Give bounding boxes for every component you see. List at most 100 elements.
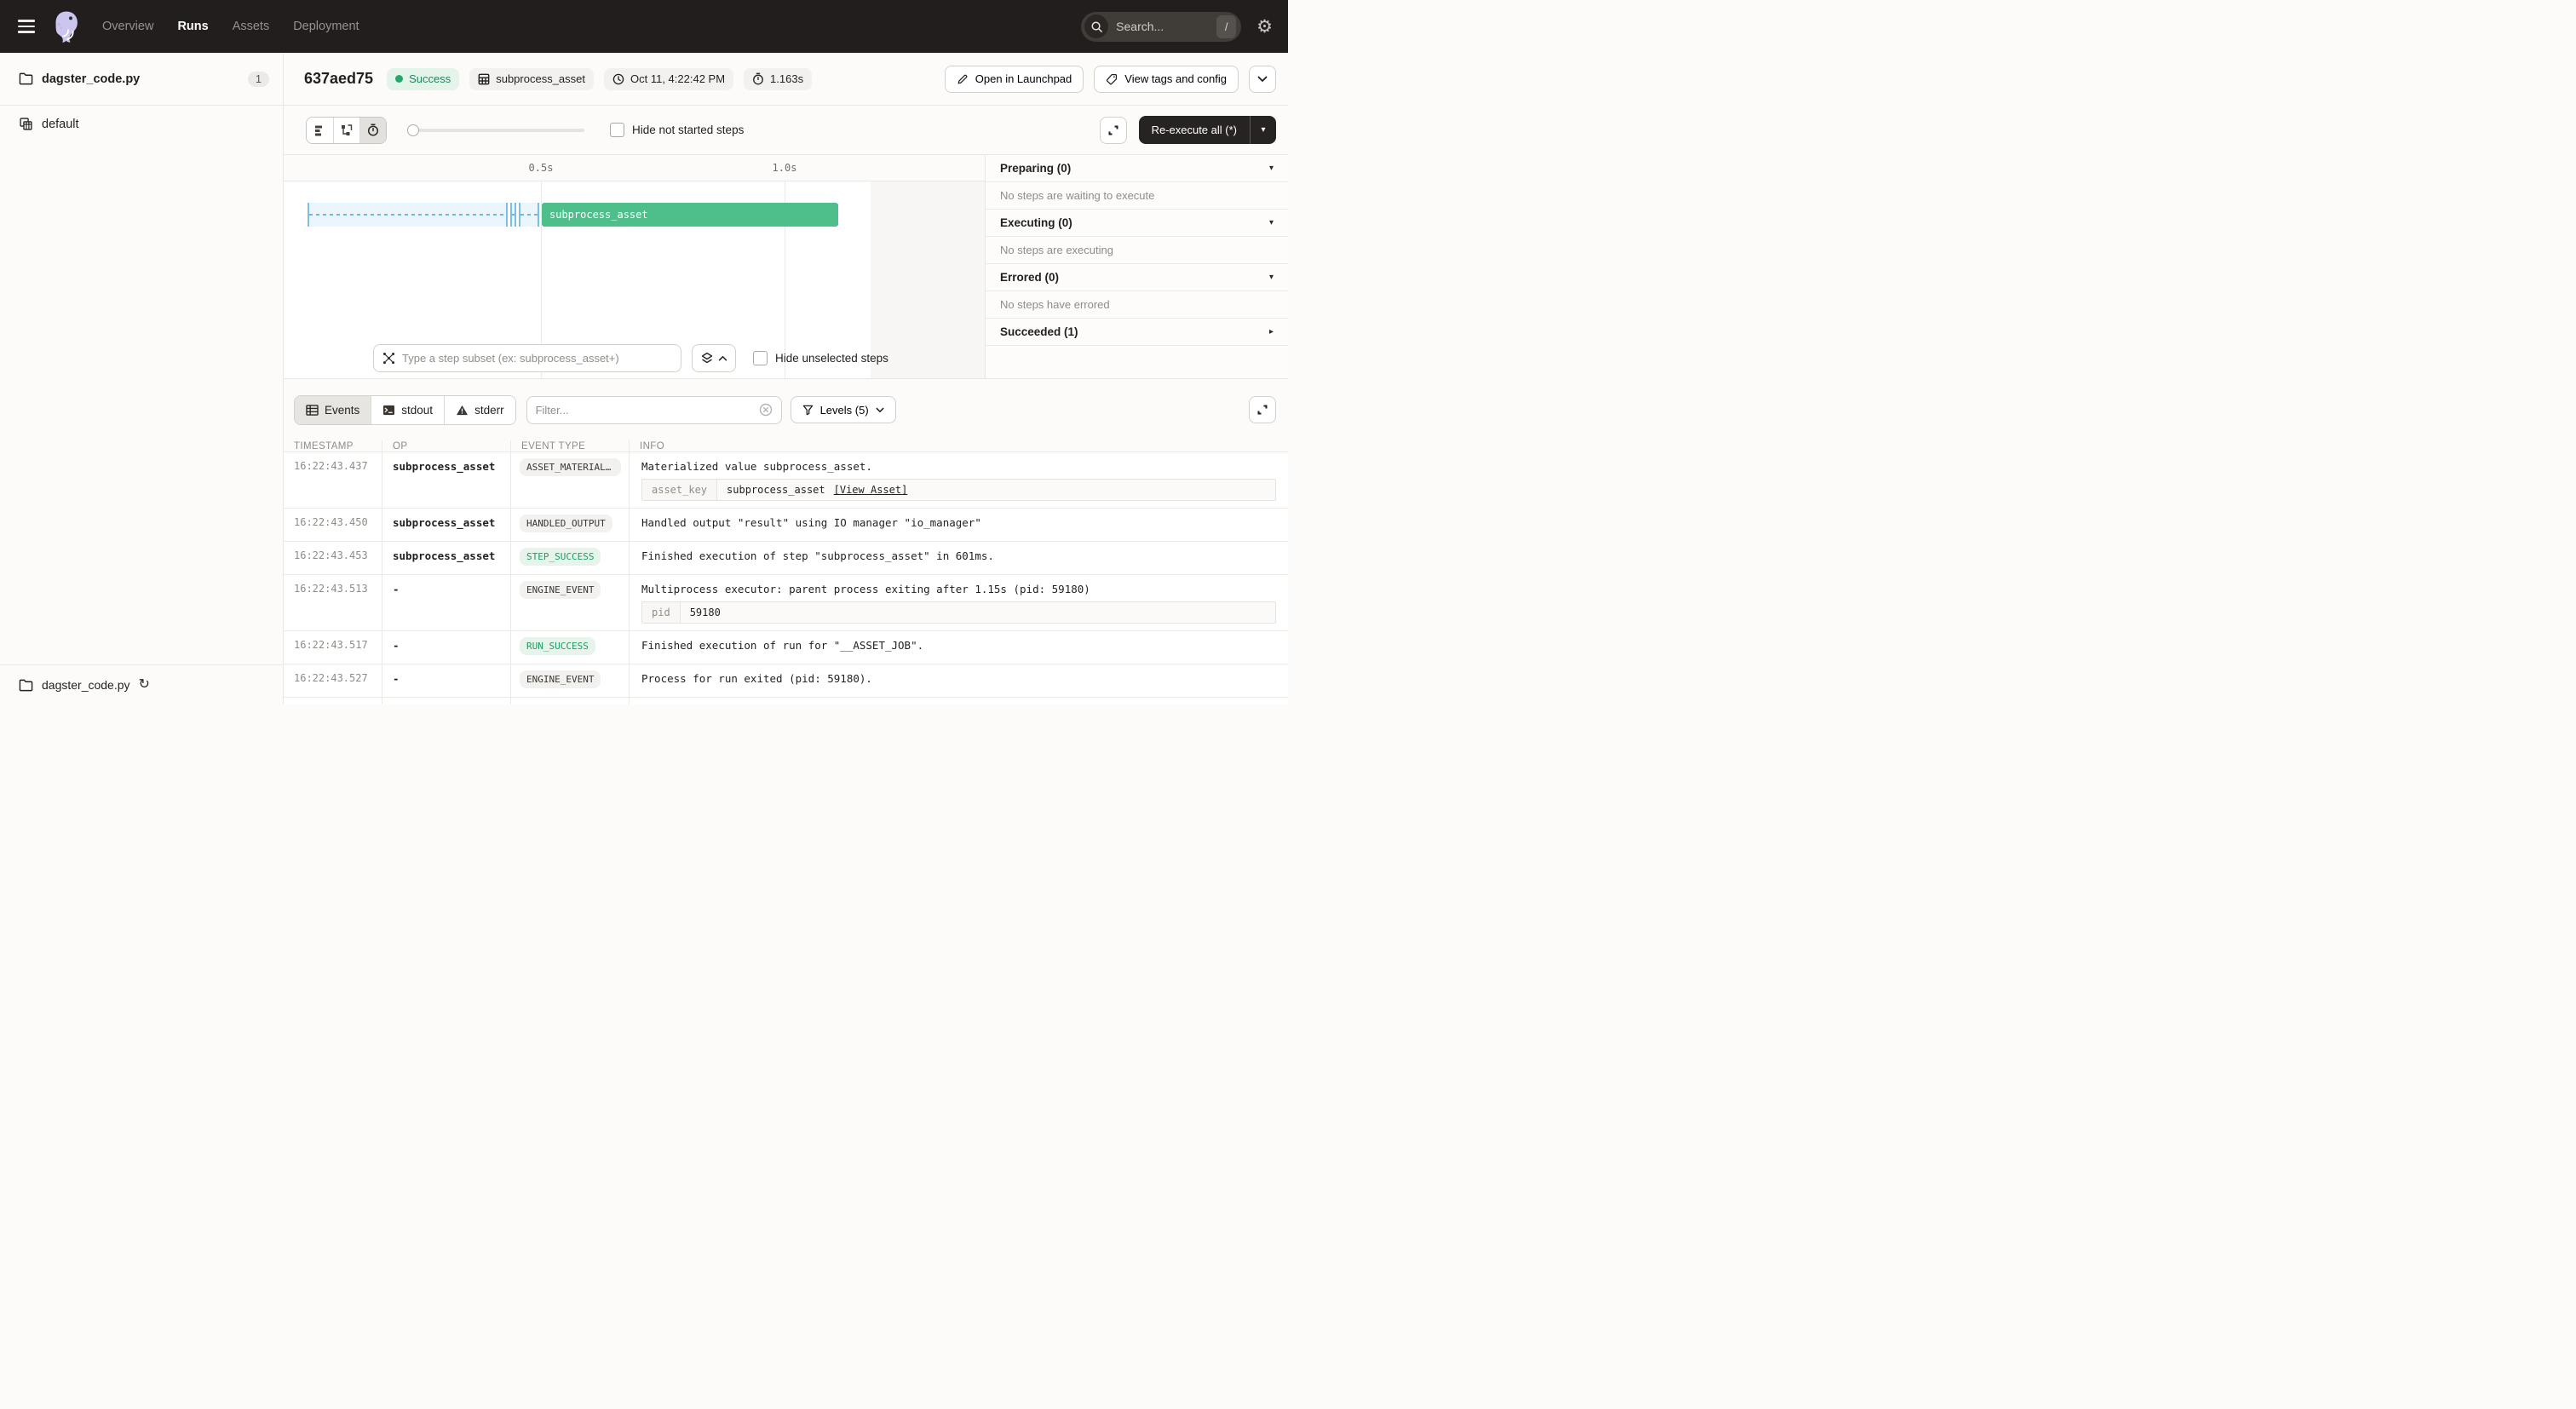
- step-query-options-button[interactable]: [692, 344, 736, 372]
- log-op: -: [382, 575, 511, 630]
- levels-filter-button[interactable]: Levels (5): [791, 396, 896, 423]
- log-timestamp: 16:22:43.437: [284, 452, 382, 508]
- global-search[interactable]: Search... /: [1081, 12, 1241, 42]
- search-shortcut-key: /: [1216, 15, 1236, 38]
- log-row[interactable]: 16:22:43.453 subprocess_asset STEP_SUCCE…: [284, 542, 1288, 575]
- gantt-waiting-bar: [510, 203, 516, 227]
- event-type-badge: HANDLED_OUTPUT: [520, 515, 612, 532]
- tab-stderr[interactable]: stderr: [444, 396, 515, 424]
- log-filter-input[interactable]: [536, 404, 752, 417]
- nav-item-runs[interactable]: Runs: [177, 20, 208, 33]
- log-info: Finished execution of run for "__ASSET_J…: [630, 631, 1288, 664]
- reexecute-dropdown-caret[interactable]: ▾: [1251, 116, 1276, 144]
- funnel-icon: [802, 405, 814, 416]
- clear-filter-icon[interactable]: [759, 403, 773, 417]
- event-type-badge: STEP_SUCCESS: [520, 548, 601, 566]
- sidebar-item-default[interactable]: default: [0, 106, 283, 142]
- gantt-view-toggle: [306, 117, 387, 144]
- step-subset-input-wrap: [373, 344, 681, 372]
- event-log-table: TIMESTAMP OP EVENT TYPE INFO 16:22:43.43…: [284, 440, 1288, 704]
- col-header-op: OP: [382, 440, 511, 451]
- log-row[interactable]: 16:22:43.513 - ENGINE_EVENT Multiprocess…: [284, 575, 1288, 631]
- sidebar-footer: dagster_code.py ↻: [0, 664, 283, 704]
- sidebar-item-label: default: [42, 118, 79, 131]
- step-status-section-header[interactable]: Executing (0) ▾: [986, 210, 1288, 237]
- settings-gear-icon[interactable]: ⚙: [1256, 18, 1273, 36]
- hamburger-menu-icon[interactable]: [15, 18, 37, 35]
- chevron-up-icon: [718, 355, 727, 361]
- waterfall-view-button[interactable]: [333, 118, 359, 143]
- section-title: Errored (0): [1000, 271, 1059, 284]
- logs-fullscreen-button[interactable]: [1249, 396, 1276, 423]
- log-row[interactable]: 16:22:43.517 - RUN_SUCCESS Finished exec…: [284, 631, 1288, 664]
- gantt-fullscreen-button[interactable]: [1100, 117, 1127, 144]
- log-timestamp: 16:22:43.453: [284, 542, 382, 574]
- axis-tick: 1.0s: [773, 162, 797, 174]
- expand-icon: [1107, 124, 1119, 136]
- gantt-waiting-bar: [519, 203, 539, 227]
- event-type-badge: ASSET_MATERIALIZAT…: [520, 458, 621, 476]
- log-row[interactable]: 16:22:43.450 subprocess_asset HANDLED_OU…: [284, 509, 1288, 542]
- log-row-partial: [284, 698, 1288, 704]
- metadata-value: subprocess_asset: [727, 484, 825, 496]
- hide-not-started-label: Hide not started steps: [632, 124, 744, 136]
- logs-toolbar: Events stdout stderr Levels (5): [284, 379, 1288, 440]
- terminal-icon: [382, 405, 395, 416]
- run-header-more-button[interactable]: [1249, 66, 1276, 93]
- run-start-time-badge: Oct 11, 4:22:42 PM: [604, 68, 733, 90]
- step-status-section-header[interactable]: Preparing (0) ▾: [986, 155, 1288, 182]
- flat-view-button[interactable]: [307, 118, 333, 143]
- run-duration-badge: 1.163s: [744, 68, 812, 90]
- refresh-icon[interactable]: ↻: [139, 678, 150, 692]
- tab-stdout[interactable]: stdout: [371, 396, 444, 424]
- log-filter-wrap: [526, 396, 782, 424]
- step-subset-input[interactable]: [402, 352, 672, 365]
- status-dot-icon: [395, 75, 403, 83]
- run-asset-badge[interactable]: subprocess_asset: [469, 68, 594, 90]
- log-info: Multiprocess executor: parent process ex…: [630, 575, 1288, 630]
- expand-icon: [1256, 404, 1268, 416]
- asset-grid-icon: [478, 73, 490, 85]
- top-nav: Overview Runs Assets Deployment Search..…: [0, 0, 1288, 53]
- step-status-section-body: No steps are waiting to execute: [986, 182, 1288, 210]
- log-row[interactable]: 16:22:43.527 - ENGINE_EVENT Process for …: [284, 664, 1288, 698]
- logs-tabs: Events stdout stderr: [294, 395, 516, 425]
- open-in-launchpad-button[interactable]: Open in Launchpad: [945, 66, 1084, 93]
- step-status-section-header[interactable]: Errored (0) ▾: [986, 264, 1288, 291]
- view-tags-config-button[interactable]: View tags and config: [1094, 66, 1239, 93]
- axis-tick: 0.5s: [529, 162, 554, 174]
- timed-view-button[interactable]: [359, 118, 386, 143]
- col-header-timestamp: TIMESTAMP: [284, 440, 382, 451]
- footer-code-location-name: dagster_code.py: [42, 678, 130, 692]
- log-op: subprocess_asset: [382, 542, 511, 574]
- tab-events[interactable]: Events: [295, 396, 371, 424]
- tag-icon: [1106, 73, 1118, 85]
- nav-item-assets[interactable]: Assets: [233, 20, 270, 33]
- reexecute-all-button[interactable]: Re-execute all (*) ▾: [1139, 116, 1276, 144]
- hide-unselected-checkbox[interactable]: Hide unselected steps: [753, 351, 888, 365]
- log-info: Finished execution of step "subprocess_a…: [630, 542, 1288, 574]
- log-timestamp: 16:22:43.517: [284, 631, 382, 664]
- section-chevron-icon: ▾: [1269, 164, 1274, 173]
- gantt-step-bar[interactable]: subprocess_asset: [542, 203, 838, 227]
- hide-not-started-checkbox[interactable]: Hide not started steps: [610, 123, 744, 137]
- log-rows: 16:22:43.437 subprocess_asset ASSET_MATE…: [284, 452, 1288, 698]
- code-location-header[interactable]: dagster_code.py 1: [0, 53, 283, 106]
- dagster-logo-icon[interactable]: [49, 8, 83, 45]
- nav-item-overview[interactable]: Overview: [102, 20, 153, 33]
- slider-knob[interactable]: [407, 124, 419, 136]
- gantt-zoom-slider[interactable]: [407, 118, 584, 143]
- chevron-down-icon: [876, 407, 884, 413]
- metadata-key: asset_key: [642, 480, 717, 500]
- code-location-count-badge: 1: [248, 72, 269, 87]
- run-status-badge: Success: [387, 68, 459, 90]
- log-table-header: TIMESTAMP OP EVENT TYPE INFO: [284, 440, 1288, 452]
- nav-item-deployment[interactable]: Deployment: [293, 20, 359, 33]
- view-asset-link[interactable]: [View Asset]: [834, 484, 908, 496]
- hide-unselected-label: Hide unselected steps: [775, 352, 888, 365]
- section-chevron-icon: ▾: [1269, 218, 1274, 227]
- section-chevron-icon: ▾: [1269, 273, 1274, 282]
- event-type-badge: RUN_SUCCESS: [520, 637, 595, 655]
- step-status-section-header[interactable]: Succeeded (1) ▸: [986, 319, 1288, 346]
- log-row[interactable]: 16:22:43.437 subprocess_asset ASSET_MATE…: [284, 452, 1288, 509]
